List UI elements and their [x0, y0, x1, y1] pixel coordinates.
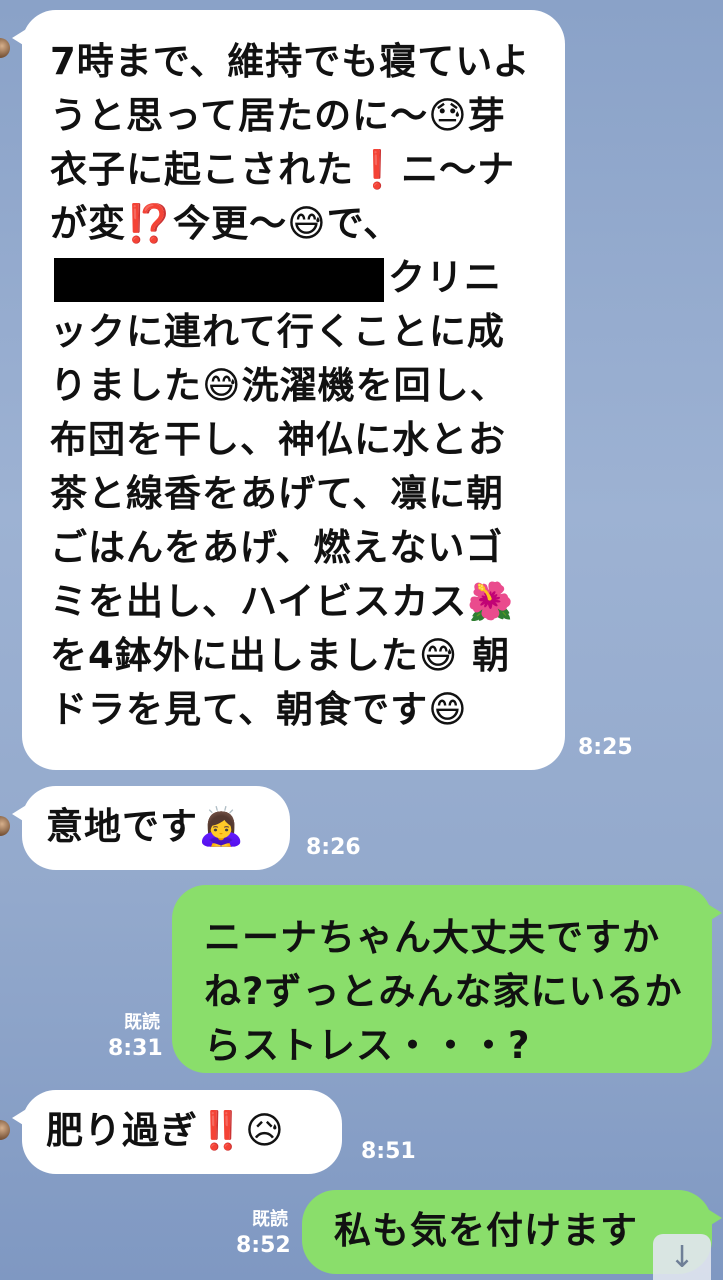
read-time-group: 既読 8:52	[236, 1209, 291, 1258]
message-time: 8:26	[306, 835, 361, 860]
scroll-to-bottom-button[interactable]: ↓	[653, 1234, 711, 1280]
read-status: 既読	[252, 1209, 288, 1230]
message-time: 8:31	[108, 1036, 163, 1061]
avatar[interactable]	[0, 816, 10, 836]
message-bubble-sent-1[interactable]: ニーナちゃん大丈夫ですかね?ずっとみんな家にいるからストレス・・・?	[172, 885, 722, 1073]
message-bubble-received-1[interactable]: 7時まで、維持でも寝ていようと思って居たのに～😓芽衣子に起こされた❗ニ～ナが変⁉…	[12, 10, 565, 770]
message-text: 意地です🙇‍♀️	[46, 805, 246, 848]
avatar[interactable]	[0, 38, 10, 58]
chat-area: 7時まで、維持でも寝ていようと思って居たのに～😓芽衣子に起こされた❗ニ～ナが変⁉…	[0, 0, 723, 1280]
read-status: 既読	[124, 1012, 160, 1033]
message-bubble-received-3[interactable]: 肥り過ぎ‼️😥	[12, 1090, 342, 1174]
message-text: クリニックに連れて行くことに成りました😅洗濯機を回し、布団を干し、神仏に水とお茶…	[50, 256, 515, 731]
message-bubble-received-2[interactable]: 意地です🙇‍♀️	[12, 786, 290, 870]
message-bubble-sent-2[interactable]: 私も気を付けます	[302, 1190, 722, 1274]
avatar[interactable]	[0, 1120, 10, 1140]
down-arrow-icon: ↓	[669, 1239, 695, 1275]
message-text: 肥り過ぎ‼️😥	[46, 1109, 285, 1152]
message-time: 8:52	[236, 1233, 291, 1258]
redacted-block	[54, 257, 384, 302]
message-time: 8:25	[578, 735, 633, 760]
message-time: 8:51	[361, 1139, 416, 1164]
message-text: ニーナちゃん大丈夫ですかね?ずっとみんな家にいるからストレス・・・?	[204, 916, 683, 1067]
message-text: 7時まで、維持でも寝ていようと思って居たのに～😓芽衣子に起こされた❗ニ～ナが変⁉…	[50, 40, 531, 245]
message-text: 私も気を付けます	[334, 1209, 638, 1252]
read-time-group: 既読 8:31	[108, 1012, 163, 1061]
